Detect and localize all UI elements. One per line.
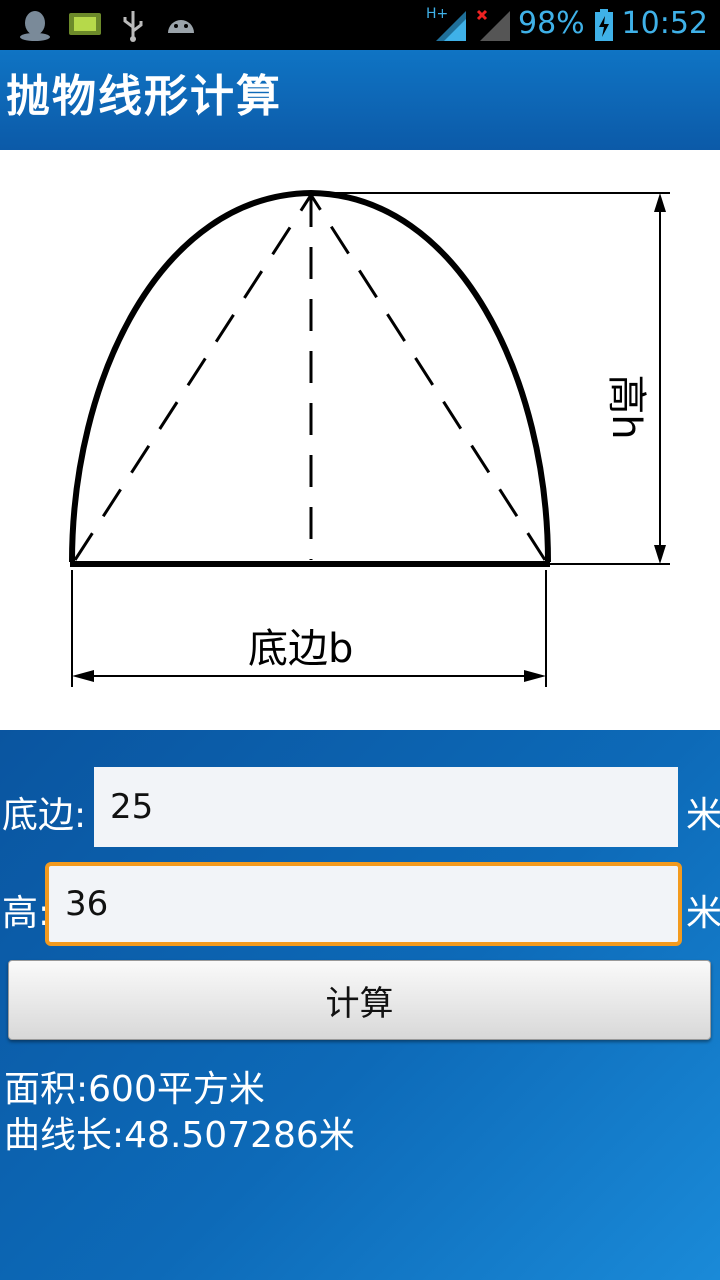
height-label: 高h: [603, 374, 649, 440]
status-bar: H+ 98% 10:52: [0, 0, 720, 50]
qq-icon: [20, 11, 50, 41]
signal-icon: [436, 11, 466, 41]
height-arrow-top: [654, 193, 666, 212]
form-area: 底边: 米 高: 米 计算 面积:600平方米 曲线长:48.507286米: [0, 730, 720, 1280]
height-unit: 米: [686, 893, 720, 934]
signal-no-data-icon: [476, 9, 510, 41]
base-input[interactable]: [94, 767, 678, 847]
base-arrow-right: [524, 670, 546, 682]
dashed-right: [309, 194, 547, 561]
dashed-left: [73, 194, 313, 561]
height-field-label: 高:: [2, 893, 51, 934]
battery-percent: 98%: [518, 6, 585, 41]
android-icon: [168, 20, 194, 33]
usb-icon: [123, 11, 143, 42]
curve-length-result: 曲线长:48.507286米: [4, 1115, 355, 1156]
height-input[interactable]: [45, 862, 682, 946]
app-title-bar: 抛物线形计算: [0, 50, 720, 150]
base-arrow-left: [72, 670, 94, 682]
parabola-diagram: 高h 底边b: [0, 150, 720, 730]
base-field-label: 底边:: [2, 795, 87, 836]
area-result: 面积:600平方米: [4, 1069, 265, 1110]
calculate-button[interactable]: 计算: [8, 960, 711, 1040]
clock: 10:52: [621, 6, 708, 41]
base-label: 底边b: [248, 626, 354, 672]
sd-card-icon: [69, 13, 101, 35]
height-arrow-bottom: [654, 545, 666, 564]
app-title: 抛物线形计算: [6, 71, 282, 122]
base-unit: 米: [686, 795, 720, 836]
battery-charging-icon: [595, 9, 613, 41]
